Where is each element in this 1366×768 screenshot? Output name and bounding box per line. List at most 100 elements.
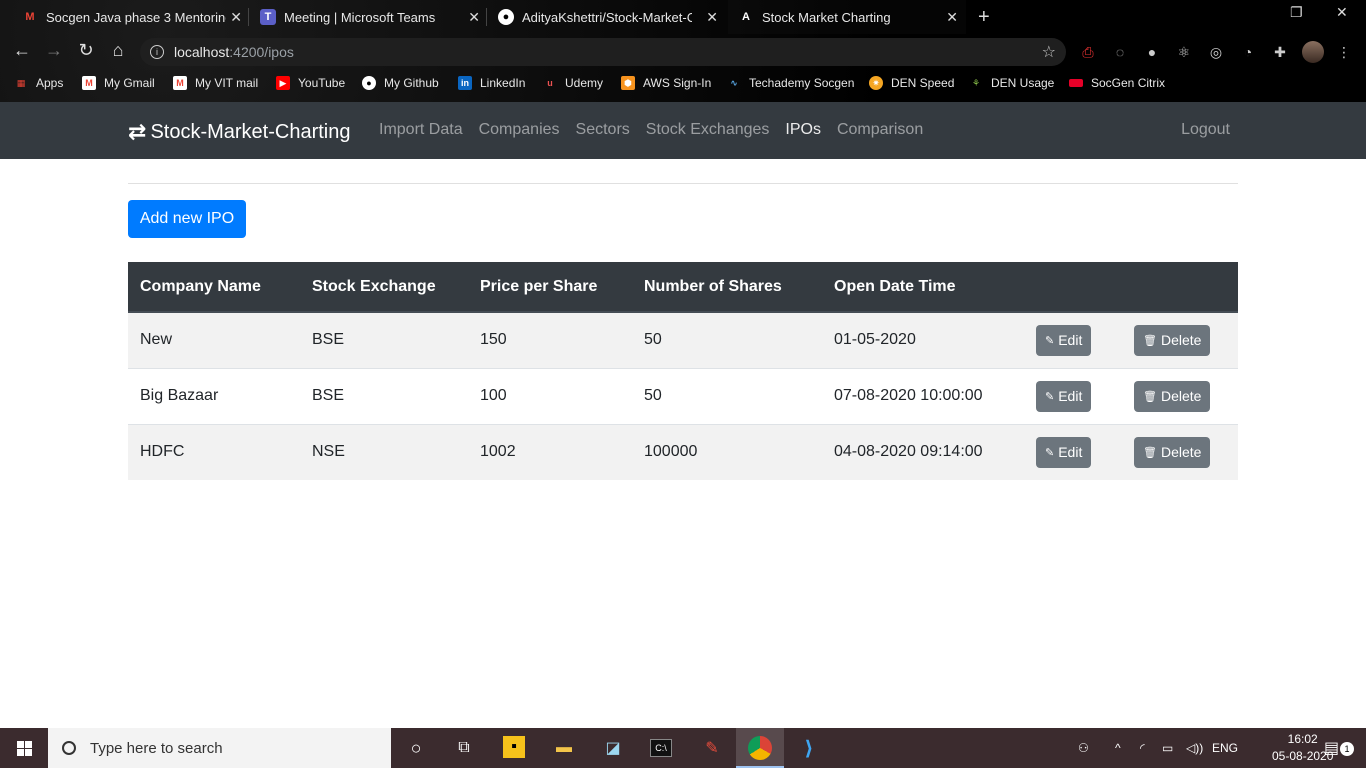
close-tab-icon[interactable]: ✕ — [706, 9, 718, 26]
edit-button[interactable]: ✎ Edit — [1036, 324, 1092, 356]
bookmark-apps[interactable]: ▦ Apps — [14, 76, 64, 90]
wifi-icon[interactable]: ◜ — [1140, 728, 1145, 768]
new-tab-button[interactable]: + — [978, 6, 990, 29]
nav-ipos[interactable]: IPOs — [785, 121, 821, 139]
notifications-icon[interactable]: ▤ — [1324, 728, 1339, 768]
bookmark-my-vit-mail[interactable]: M My VIT mail — [173, 76, 258, 90]
bookmarks-bar: ▦ Apps M My Gmail M My VIT mail ▶ YouTube ● M… — [0, 72, 1366, 98]
cortana-icon[interactable]: ○ — [404, 736, 428, 760]
citrix-icon — [1069, 79, 1083, 87]
chrome-icon[interactable] — [748, 736, 772, 760]
cell-exchange: BSE — [300, 367, 468, 424]
home-icon[interactable]: ⌂ — [106, 40, 130, 61]
react-devtools-icon[interactable]: ⚛ — [1174, 42, 1194, 62]
windows-taskbar: Type here to search ○ ⧉ ▪ ▬ ◪ C:\ ✎ ⟩ ⚇ … — [0, 728, 1366, 768]
tab-socgen-mentoring[interactable]: M Socgen Java phase 3 Mentoring ✕ — [12, 0, 250, 34]
extension-icon[interactable]: ● — [1142, 42, 1162, 62]
tab-strip: M Socgen Java phase 3 Mentoring ✕ T Meet… — [0, 0, 1366, 34]
cell-edit: ✎ Edit — [1024, 311, 1122, 368]
command-prompt-icon[interactable]: C:\ — [650, 739, 672, 757]
target-extension-icon[interactable]: ◎ — [1206, 42, 1226, 62]
cell-open-date: 01-05-2020 — [822, 311, 1024, 368]
nav-comparison[interactable]: Comparison — [837, 121, 923, 139]
extension-icon[interactable]: ◔ — [1238, 42, 1258, 62]
cell-delete: 🗑 Delete — [1122, 367, 1238, 424]
people-icon[interactable]: ⚇ — [1078, 728, 1089, 768]
cell-shares: 100000 — [632, 423, 822, 480]
close-tab-icon[interactable]: ✕ — [468, 9, 480, 26]
bookmark-my-gmail[interactable]: M My Gmail — [82, 76, 155, 90]
delete-button[interactable]: 🗑 Delete — [1134, 436, 1211, 468]
cell-shares: 50 — [632, 367, 822, 424]
pdf-extension-icon[interactable]: ⎙ — [1078, 42, 1098, 62]
cell-exchange: NSE — [300, 423, 468, 480]
extension-icon[interactable]: ◌ — [1110, 42, 1130, 62]
edit-button[interactable]: ✎ Edit — [1036, 380, 1092, 412]
nav-import-data[interactable]: Import Data — [379, 121, 463, 139]
table-header-row: Company Name Stock Exchange Price per Sh… — [128, 262, 1238, 313]
language-indicator[interactable]: ENG — [1212, 728, 1238, 768]
bookmark-aws-sign-in[interactable]: ⬢ AWS Sign-In — [621, 76, 711, 90]
delete-button[interactable]: 🗑 Delete — [1134, 324, 1211, 356]
header-edit — [1024, 262, 1122, 313]
nav-stock-exchanges[interactable]: Stock Exchanges — [646, 121, 770, 139]
edit-button[interactable]: ✎ Edit — [1036, 436, 1092, 468]
restore-window-icon[interactable]: ❐ — [1290, 4, 1303, 21]
udemy-icon: u — [547, 78, 553, 88]
tab-separator — [486, 8, 487, 26]
cell-open-date: 04-08-2020 09:14:00 — [822, 423, 1024, 480]
delete-button[interactable]: 🗑 Delete — [1134, 380, 1211, 412]
table-row: HDFC NSE 1002 100000 04-08-2020 09:14:00… — [128, 423, 1238, 480]
bookmark-youtube[interactable]: ▶ YouTube — [276, 76, 345, 90]
volume-icon[interactable]: ◁)) — [1186, 728, 1203, 768]
forward-arrow-icon[interactable]: → — [42, 40, 66, 61]
notepad-icon[interactable]: ◪ — [601, 736, 625, 760]
trash-icon: 🗑 — [1143, 446, 1157, 459]
chevron-up-icon[interactable]: ^ — [1115, 728, 1121, 768]
back-arrow-icon[interactable]: ← — [10, 40, 34, 61]
address-bar[interactable]: i localhost:4200/ipos ☆ — [140, 38, 1066, 66]
pencil-icon: ✎ — [1045, 334, 1055, 347]
tab-teams-meeting[interactable]: T Meeting | Microsoft Teams ✕ — [250, 0, 488, 34]
paint-icon[interactable]: ✎ — [700, 736, 724, 760]
apps-grid-icon: ▦ — [16, 77, 26, 88]
extensions-puzzle-icon[interactable]: ✚ — [1270, 42, 1290, 62]
reload-icon[interactable]: ↻ — [74, 40, 98, 61]
app-navbar: ⇄ Stock-Market-Charting Import Data Comp… — [0, 102, 1366, 159]
bookmark-my-github[interactable]: ● My Github — [362, 76, 439, 90]
bookmark-den-speed[interactable]: ✷ DEN Speed — [869, 76, 954, 90]
nav-sectors[interactable]: Sectors — [576, 121, 630, 139]
github-icon: ● — [498, 9, 514, 25]
task-view-icon[interactable]: ⧉ — [452, 736, 476, 760]
github-icon: ● — [362, 76, 376, 90]
cell-company: HDFC — [128, 423, 300, 480]
sticky-notes-icon[interactable]: ▪ — [503, 736, 525, 758]
brand-link[interactable]: ⇄ Stock-Market-Charting — [128, 119, 351, 145]
site-info-icon[interactable]: i — [150, 45, 164, 59]
nav-companies[interactable]: Companies — [479, 121, 560, 139]
trash-icon: 🗑 — [1143, 334, 1157, 347]
start-button[interactable] — [0, 728, 48, 768]
tab-github-repo[interactable]: ● AdityaKshettri/Stock-Market-Cha ✕ — [488, 0, 726, 34]
bookmark-den-usage[interactable]: ⚘ DEN Usage — [969, 76, 1054, 90]
tab-stock-market-charting[interactable]: A Stock Market Charting ✕ — [728, 0, 966, 34]
close-tab-icon[interactable]: ✕ — [946, 9, 958, 26]
file-explorer-icon[interactable]: ▬ — [552, 736, 576, 760]
menu-dots-icon[interactable]: ⋮ — [1334, 42, 1354, 62]
logout-link[interactable]: Logout — [1181, 121, 1230, 139]
notification-count-badge: 1 — [1340, 742, 1354, 756]
close-window-icon[interactable]: ✕ — [1336, 4, 1348, 21]
close-tab-icon[interactable]: ✕ — [230, 9, 242, 26]
bookmark-star-icon[interactable]: ☆ — [1042, 42, 1056, 62]
add-new-ipo-button[interactable]: Add new IPO — [128, 200, 246, 238]
cell-price: 100 — [468, 367, 632, 424]
bookmark-socgen-citrix[interactable]: SocGen Citrix — [1069, 76, 1165, 90]
bookmark-techademy-socgen[interactable]: ∿ Techademy Socgen — [727, 76, 854, 90]
taskbar-search-box[interactable]: Type here to search — [48, 728, 391, 768]
battery-icon[interactable]: ▭ — [1162, 728, 1173, 768]
bookmark-linkedin[interactable]: in LinkedIn — [458, 76, 525, 90]
profile-avatar[interactable] — [1302, 41, 1324, 63]
bookmark-udemy[interactable]: u Udemy — [543, 76, 603, 90]
tab-separator — [248, 8, 249, 26]
vscode-icon[interactable]: ⟩ — [797, 736, 821, 760]
